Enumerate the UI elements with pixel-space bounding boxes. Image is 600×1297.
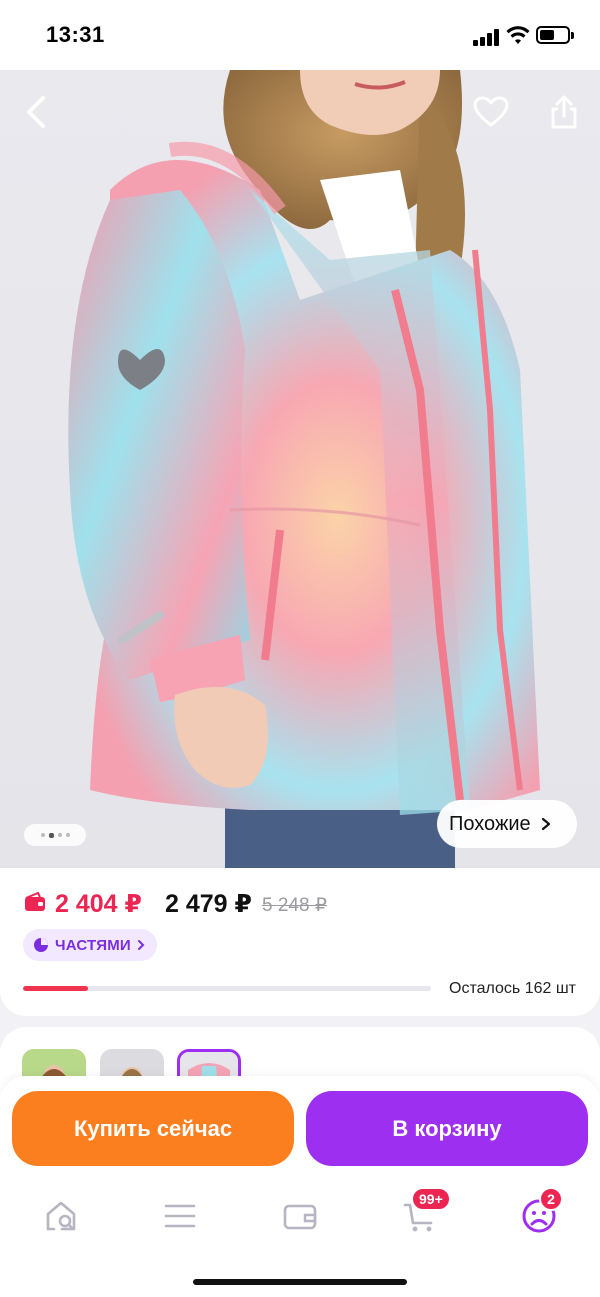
heart-icon [473,96,509,127]
stock-progress-fill [23,986,89,991]
chevron-right-icon [541,817,550,831]
status-bar: 13:31 [0,0,600,70]
installments-badge[interactable]: ЧАСТЯМИ [23,929,157,961]
buy-now-button[interactable]: Купить сейчас [12,1091,294,1166]
add-to-cart-button[interactable]: В корзину [306,1091,588,1166]
gallery-pagination [24,824,86,846]
similar-button[interactable]: Похожие [437,800,577,848]
regular-price: 2 479 ₽ [165,890,252,918]
tab-catalog[interactable] [160,1196,200,1236]
pagination-dot [57,833,62,837]
card-price: 2 404 ₽ [55,890,142,918]
share-icon [551,95,577,129]
stock-progress-bar [23,986,431,991]
tab-home[interactable] [42,1196,82,1236]
installments-label: ЧАСТЯМИ [55,936,131,954]
cart-badge: 99+ [411,1187,451,1211]
profile-badge: 2 [539,1187,563,1211]
pie-chart-icon [34,938,48,952]
back-button[interactable] [12,88,60,136]
menu-icon [164,1204,196,1228]
price-card: 2 404 ₽ 2 479 ₽ 5 248 ₽ ЧАСТЯМИ Осталось… [0,868,600,1016]
stock-remaining: Осталось 162 шт [449,980,576,997]
status-time: 13:31 [46,22,105,47]
bottom-tab-bar: 99+ 2 [0,1186,600,1297]
wallet-icon [283,1204,317,1230]
favorite-button[interactable] [467,88,515,136]
home-search-icon [46,1201,76,1231]
wifi-icon [506,26,530,44]
purchase-action-bar: Купить сейчас В корзину [0,1076,600,1186]
tab-wallet[interactable] [280,1196,320,1236]
home-indicator [193,1279,407,1285]
similar-label: Похожие [449,812,531,835]
cellular-signal-icon [473,28,501,46]
battery-icon [536,26,574,44]
pagination-dot [65,833,70,837]
wallet-card-icon [25,892,45,911]
pagination-dot [40,833,45,837]
old-price: 5 248 ₽ [262,895,327,916]
product-photo [68,70,540,870]
product-image-gallery[interactable]: Похожие [0,70,600,870]
share-button[interactable] [540,88,588,136]
chevron-right-icon [137,940,145,950]
pagination-dot-active [48,832,54,838]
